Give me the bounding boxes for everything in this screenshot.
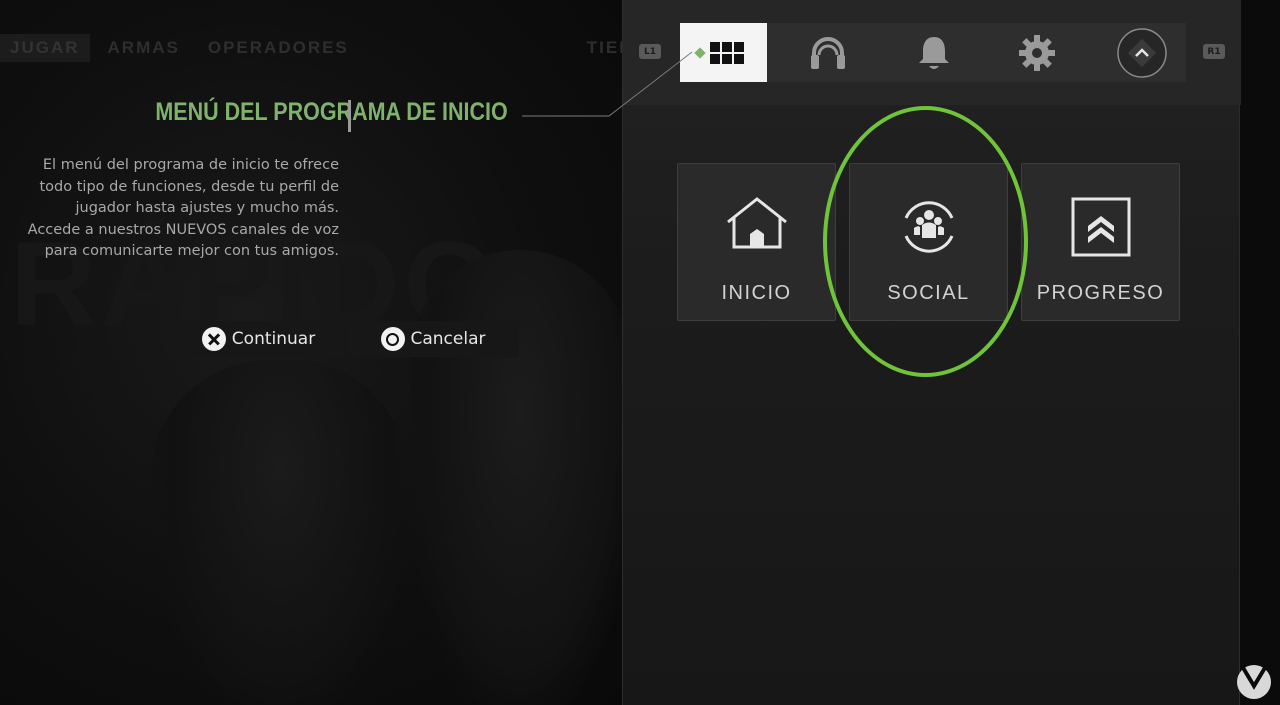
l1-bumper-icon[interactable]: L1 bbox=[639, 44, 661, 59]
cancel-label: Cancelar bbox=[410, 329, 486, 349]
headset-icon bbox=[810, 36, 845, 69]
grid-icon bbox=[693, 41, 744, 64]
cancel-button[interactable]: Cancelar bbox=[347, 321, 519, 357]
home-icon bbox=[726, 197, 787, 249]
continue-button[interactable]: Continuar bbox=[173, 321, 344, 357]
nav-tab-operadores[interactable]: OPERADORES bbox=[198, 34, 359, 62]
background-soldier-figure bbox=[150, 360, 410, 705]
watermark-logo-icon bbox=[1237, 664, 1271, 699]
tile-label: INICIO bbox=[721, 282, 792, 304]
tutorial-title: MENÚ DEL PROGRAMA DE INICIO bbox=[155, 98, 508, 126]
nav-tab-armas[interactable]: ARMAS bbox=[98, 34, 190, 62]
background-soldier-figure bbox=[410, 250, 622, 705]
nav-tab-jugar[interactable]: JUGAR bbox=[0, 34, 90, 62]
panel-header: L1 R1 bbox=[623, 0, 1241, 105]
r1-bumper-icon[interactable]: R1 bbox=[1203, 44, 1225, 59]
gear-icon bbox=[1018, 34, 1055, 71]
tab-profile[interactable] bbox=[1098, 23, 1185, 82]
circle-button-icon bbox=[380, 327, 405, 351]
highlight-ring bbox=[823, 106, 1028, 377]
tutorial-buttons: Continuar Cancelar bbox=[173, 321, 519, 357]
bell-icon bbox=[918, 36, 949, 69]
continue-label: Continuar bbox=[231, 329, 316, 349]
tutorial-description: El menú del programa de inicio te ofrece… bbox=[27, 157, 339, 259]
tab-settings[interactable] bbox=[993, 23, 1080, 82]
tab-grid[interactable] bbox=[680, 23, 767, 82]
tile-label: PROGRESO bbox=[1036, 282, 1165, 304]
tab-headset[interactable] bbox=[784, 23, 871, 82]
panel-tab-bar bbox=[680, 23, 1186, 82]
rank-chevron-icon bbox=[1071, 197, 1130, 257]
tile-inicio[interactable]: INICIO bbox=[677, 163, 836, 321]
tab-notifications[interactable] bbox=[890, 23, 977, 82]
profile-chevron-icon bbox=[1116, 27, 1167, 78]
top-nav: JUGAR ARMAS OPERADORES TIENDA bbox=[0, 33, 680, 63]
tutorial-title-marker bbox=[348, 100, 351, 132]
tile-progreso[interactable]: PROGRESO bbox=[1021, 163, 1180, 321]
cross-button-icon bbox=[201, 327, 226, 351]
